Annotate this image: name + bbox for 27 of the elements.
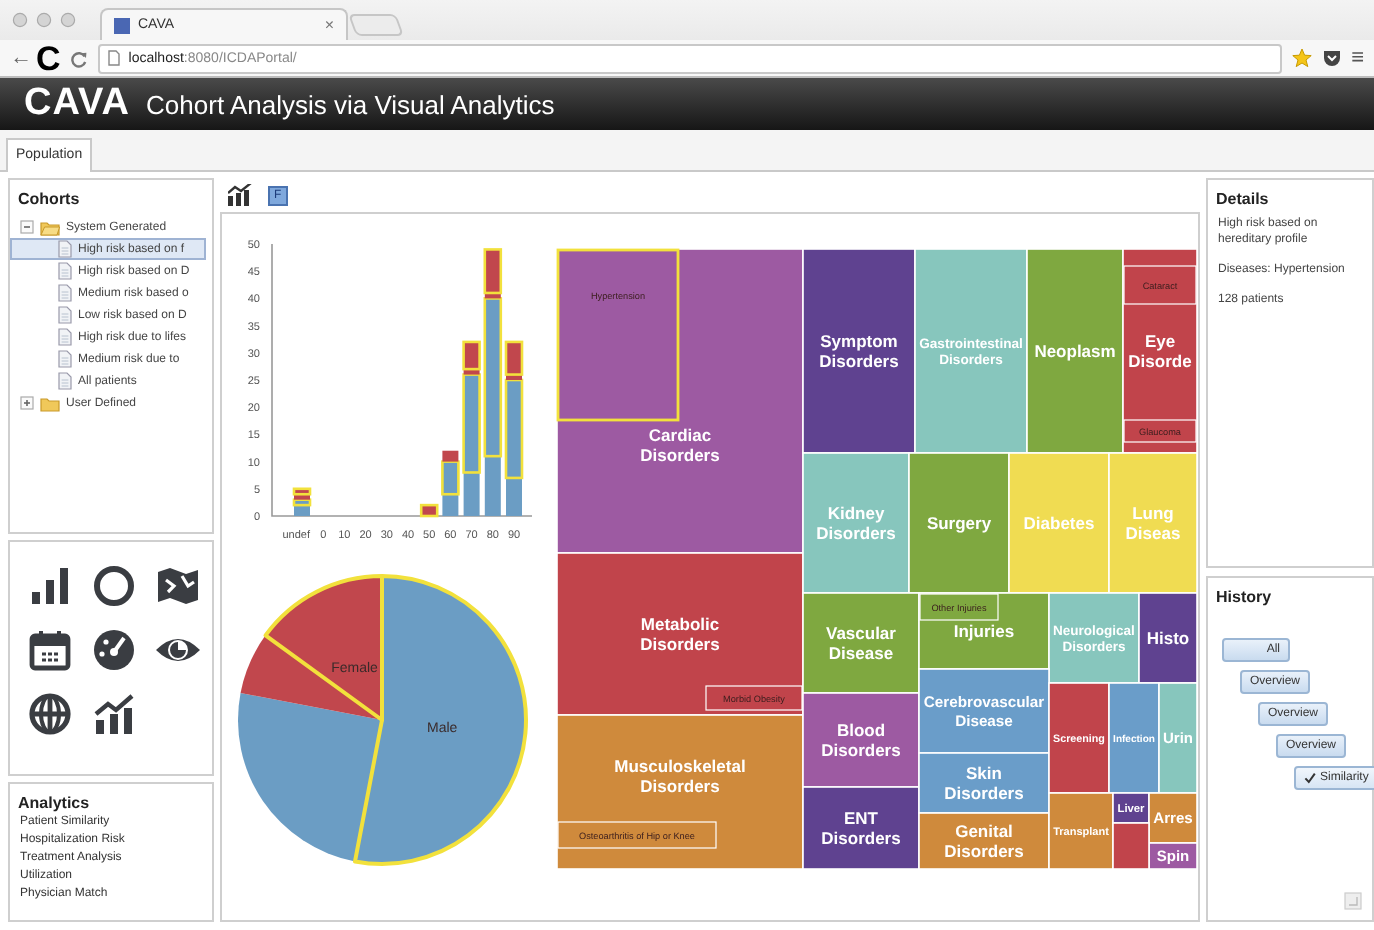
cell-label: ENT Disorders (821, 807, 901, 849)
close-tab-button[interactable]: × (324, 16, 334, 34)
cell-label: Surgery (926, 512, 992, 533)
panel-title: Analytics (16, 792, 92, 814)
cell-label: Genital Disorders (944, 820, 1024, 862)
annotation-letter: C (36, 41, 61, 75)
cell-label: Musculoskeletal Disorders (614, 755, 746, 797)
panel-title: Details (1214, 188, 1271, 212)
cell-label: Kidney Disorders (816, 502, 896, 544)
menu-button[interactable]: ≡ (1351, 47, 1364, 69)
cell-label: Histo (1146, 627, 1190, 648)
cell-label: Lung Diseas (1125, 502, 1181, 544)
cell-label: Metabolic Disorders (640, 613, 720, 655)
panel-title: History (1214, 586, 1274, 610)
cell-label: Skin Disorders (944, 762, 1024, 804)
cell-label: Diabetes (1023, 512, 1095, 533)
cell-label: Eye Disorde (1128, 330, 1192, 372)
panel-title: Cohorts (16, 188, 82, 212)
cell-label: Cardiac Disorders (640, 424, 720, 466)
cell-label: Vascular Disease (826, 622, 896, 664)
app-logo: CAVA (24, 82, 131, 126)
cell-label: Symptom Disorders (819, 330, 899, 372)
cell-label: Injuries (953, 620, 1015, 641)
cell-label: Blood Disorders (821, 719, 901, 761)
back-button[interactable]: ← (10, 47, 32, 69)
cell-label: Neoplasm (1034, 340, 1116, 361)
app-title: Cohort Analysis via Visual Analytics (146, 89, 555, 119)
